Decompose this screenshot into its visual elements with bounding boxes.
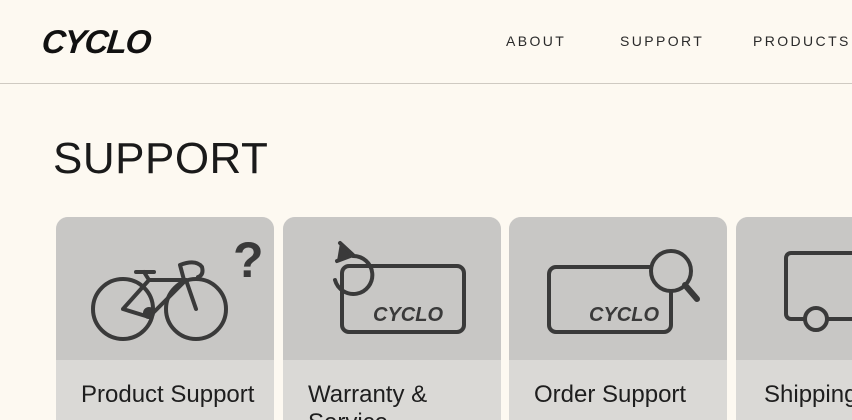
- card-brand-glyph: CYCLO: [373, 304, 443, 326]
- shipping-truck-icon: [784, 251, 852, 332]
- support-page: CYCLO ABOUT SUPPORT PRODUCTS SUPPORT ? P…: [0, 0, 852, 420]
- nav-link-support[interactable]: SUPPORT: [620, 33, 704, 49]
- warranty-card-icon: CYCLO: [333, 241, 466, 334]
- card-media: [736, 217, 852, 360]
- card-media: CYCLO: [509, 217, 727, 360]
- nav-link-about[interactable]: ABOUT: [506, 33, 566, 49]
- card-label: Shipping Policy: [764, 381, 852, 408]
- nav-link-products[interactable]: PRODUCTS: [753, 33, 851, 49]
- card-order-support[interactable]: CYCLO Order Support: [509, 217, 727, 420]
- main-nav: ABOUT SUPPORT PRODUCTS: [0, 33, 852, 53]
- card-label: Order Support: [534, 381, 687, 408]
- bike-question-icon: ?: [91, 232, 264, 341]
- support-cards: ? Product Support CYCLO Warranty & Servi: [56, 217, 852, 420]
- question-mark-glyph: ?: [233, 232, 264, 288]
- order-search-icon: CYCLO: [547, 249, 700, 334]
- card-label: Warranty & Service: [308, 381, 428, 420]
- site-header: CYCLO ABOUT SUPPORT PRODUCTS: [0, 0, 852, 84]
- card-shipping-policy[interactable]: Shipping Policy: [736, 217, 852, 420]
- page-title: SUPPORT: [53, 134, 269, 183]
- card-media: ?: [56, 217, 274, 360]
- card-label: Product Support: [81, 381, 255, 408]
- card-product-support[interactable]: ? Product Support: [56, 217, 274, 420]
- card-warranty-service[interactable]: CYCLO Warranty & Service: [283, 217, 501, 420]
- card-media: CYCLO: [283, 217, 501, 360]
- card-brand-glyph: CYCLO: [589, 304, 659, 326]
